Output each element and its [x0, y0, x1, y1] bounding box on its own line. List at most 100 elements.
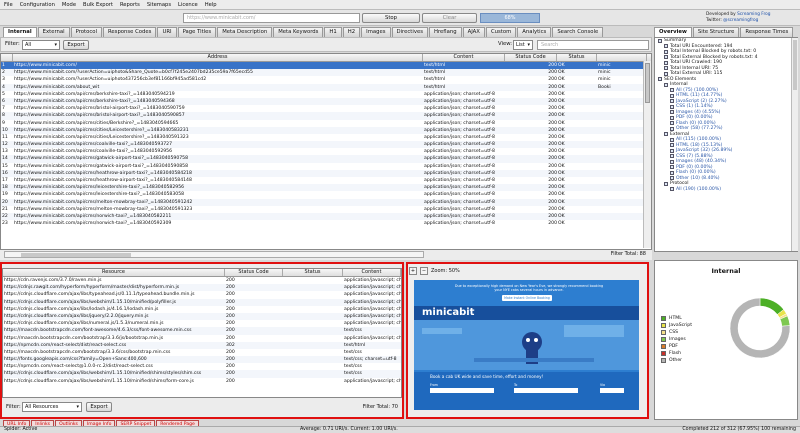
resource-row[interactable]: https://cdnjs.rawgit.com/hyperform/hyper… [3, 284, 401, 292]
tab-page-titles[interactable]: Page Titles [177, 27, 217, 37]
to-input[interactable] [514, 388, 578, 393]
twitter-link[interactable]: @screamingfrog [723, 18, 758, 23]
table-row[interactable]: 21 https://www.minicabit.com/api/cms/melt… [1, 206, 651, 213]
menu-item-reports[interactable]: Reports [120, 2, 140, 8]
column-header[interactable] [1, 54, 13, 61]
table-row[interactable]: 16 https://www.minicabit.com/api/cms/heat… [1, 169, 651, 177]
tab-search-console[interactable]: Search Console [552, 27, 604, 37]
tab-uri[interactable]: URI [157, 27, 177, 37]
table-row[interactable]: 19 https://www.minicabit.com/api/cms/leic… [1, 191, 651, 198]
resources-export-button[interactable]: Export [86, 402, 112, 412]
menu-item-configuration[interactable]: Configuration [20, 2, 55, 8]
resource-row[interactable]: https://maxcdn.bootstrapcdn.com/bootstra… [3, 349, 401, 356]
menu-item-bulk-export[interactable]: Bulk Export [83, 2, 113, 8]
tab-meta-keywords[interactable]: Meta Keywords [273, 27, 324, 37]
table-row[interactable]: 5 https://www.minicabit.com/api/cms/berks… [1, 91, 651, 98]
table-row[interactable]: 12 https://www.minicabit.com/api/cms/coal… [1, 141, 651, 149]
resource-row[interactable]: https://cdn.ravenjs.com/3.7.0/raven.min.… [3, 277, 401, 284]
table-row[interactable]: 2 https://www.minicabit.com/?userAction=u… [1, 69, 651, 77]
tab-custom[interactable]: Custom [485, 27, 517, 37]
tab-analytics[interactable]: Analytics [517, 27, 552, 37]
resource-row[interactable]: https://cdnjs.cloudflare.com/ajax/libs/n… [3, 320, 401, 327]
menu-item-mode[interactable]: Mode [62, 2, 76, 8]
dev-link[interactable]: Screaming Frog [737, 12, 770, 17]
filter-select[interactable]: All [22, 40, 60, 50]
stop-button[interactable]: Stop [362, 13, 420, 23]
url-input[interactable]: https://www.minicabit.com/ [183, 13, 360, 23]
menu-item-sitemaps[interactable]: Sitemaps [147, 2, 171, 8]
column-header[interactable]: Content [343, 269, 401, 276]
h-scrollbar[interactable] [4, 251, 424, 258]
table-row[interactable]: 14 https://www.minicabit.com/api/cms/gatw… [1, 155, 651, 163]
view-select[interactable]: List [513, 40, 533, 50]
tab-internal[interactable]: Internal [3, 27, 37, 37]
resource-row[interactable]: https://cdnjs.cloudflare.com/ajax/libs/w… [3, 378, 401, 385]
table-row[interactable]: 20 https://www.minicabit.com/api/cms/melt… [1, 198, 651, 206]
table-row[interactable]: 7 https://www.minicabit.com/api/cms/brist… [1, 105, 651, 112]
menu-item-file[interactable]: File [4, 2, 13, 8]
from-input[interactable] [430, 388, 494, 393]
table-cell: OK [558, 120, 565, 126]
via-input[interactable] [600, 388, 624, 393]
table-cell [597, 155, 647, 162]
resource-row[interactable]: https://cdnjs.cloudflare.com/ajax/libs/w… [3, 298, 401, 306]
tab-h1[interactable]: H1 [324, 27, 342, 37]
tab-images[interactable]: Images [361, 27, 391, 37]
resource-row[interactable]: https://cdnjs.cloudflare.com/ajax/libs/l… [3, 306, 401, 313]
menu-item-licence[interactable]: Licence [178, 2, 198, 8]
resource-row[interactable]: https://maxcdn.bootstrapcdn.com/font-awe… [3, 327, 401, 335]
table-row[interactable]: 18 https://www.minicabit.com/api/cms/leic… [1, 184, 651, 192]
clear-button[interactable]: Clear [422, 13, 477, 23]
resource-row[interactable]: https://npmcdn.com/react-select/dist/rea… [3, 341, 401, 349]
table-row[interactable]: 13 https://www.minicabit.com/api/cms/coal… [1, 148, 651, 155]
tab-directives[interactable]: Directives [391, 27, 428, 37]
tab-ajax[interactable]: AJAX [462, 27, 485, 37]
zoom-in-icon[interactable]: + [409, 267, 417, 275]
column-header[interactable]: Status [283, 269, 343, 276]
table-row[interactable]: 9 https://www.minicabit.com/api/cms/citie… [1, 120, 651, 127]
column-header[interactable]: Status Code [225, 269, 283, 276]
right-tab-overview[interactable]: Overview [654, 27, 692, 37]
zoom-out-icon[interactable]: − [420, 267, 428, 275]
resource-row[interactable]: https://fonts.googleapis.com/css?family=… [3, 356, 401, 364]
column-header[interactable]: Status Code [505, 54, 557, 61]
export-button[interactable]: Export [63, 40, 89, 50]
instant-booking-button[interactable]: Make Instant Online Booking [502, 295, 552, 301]
table-row[interactable]: 22 https://www.minicabit.com/api/cms/norw… [1, 212, 651, 221]
main-scrollbar[interactable] [643, 61, 651, 248]
resource-row[interactable]: https://npmcdn.com/react-select@1.0.0-rc… [3, 363, 401, 370]
resource-row[interactable]: https://cdnjs.cloudflare.com/ajax/libs/t… [3, 291, 401, 298]
resources-filter-select[interactable]: All Resources [22, 402, 82, 412]
tab-h2[interactable]: H2 [342, 27, 361, 37]
column-header[interactable]: Resource [3, 269, 225, 276]
search-input[interactable]: Search [537, 40, 649, 50]
table-row[interactable]: 4 https://www.minicabit.com/about_wit text… [1, 83, 651, 91]
tab-protocol[interactable]: Protocol [70, 27, 102, 37]
table-cell: application/json; charset=utf-8 [424, 185, 495, 191]
column-header[interactable]: Content [423, 54, 505, 61]
column-header[interactable]: Status [557, 54, 597, 61]
tab-hreflang[interactable]: Hreflang [428, 27, 462, 37]
right-tab-site-structure[interactable]: Site Structure [692, 27, 740, 37]
right-tab-response-times[interactable]: Response Times [740, 27, 794, 37]
tab-meta-description[interactable]: Meta Description [217, 27, 273, 37]
tree-scrollbar[interactable] [791, 38, 798, 251]
table-row[interactable]: 15 https://www.minicabit.com/api/cms/gatw… [1, 163, 651, 170]
table-row[interactable]: 11 https://www.minicabit.com/api/cms/citi… [1, 134, 651, 141]
table-row[interactable]: 3 https://www.minicabit.com/?userAction=u… [1, 76, 651, 83]
resource-row[interactable]: https://cdnjs.cloudflare.com/ajax/libs/j… [3, 312, 401, 321]
table-row[interactable]: 10 https://www.minicabit.com/api/cms/citi… [1, 126, 651, 134]
column-header[interactable] [597, 54, 647, 61]
table-row[interactable]: 1 https://www.minicabit.com/text/html 200 O… [1, 62, 651, 70]
tree-node[interactable]: All (190) (100.00%) [655, 187, 797, 193]
resource-row[interactable]: https://maxcdn.bootstrapcdn.com/bootstra… [3, 335, 401, 342]
resource-row[interactable]: https://cdnjs.cloudflare.com/ajax/libs/w… [3, 370, 401, 378]
table-row[interactable]: 6 https://www.minicabit.com/api/cms/berks… [1, 97, 651, 106]
table-row[interactable]: 23 https://www.minicabit.com/api/cms/norw… [1, 220, 651, 227]
table-row[interactable]: 8 https://www.minicabit.com/api/cms/brist… [1, 112, 651, 120]
column-header[interactable]: Address [13, 54, 423, 61]
tab-response-codes[interactable]: Response Codes [102, 27, 157, 37]
menu-item-help[interactable]: Help [205, 2, 217, 8]
tab-external[interactable]: External [37, 27, 70, 37]
table-row[interactable]: 17 https://www.minicabit.com/api/cms/heat… [1, 177, 651, 184]
